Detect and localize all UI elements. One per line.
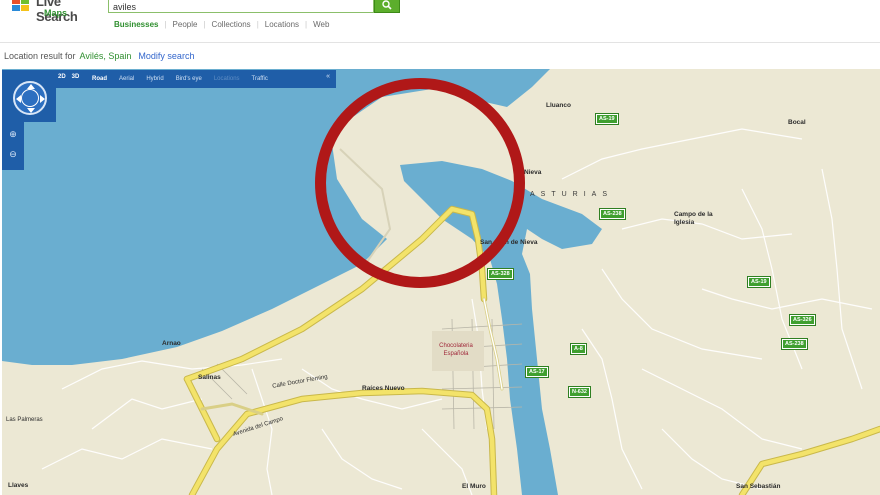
view-3d-button[interactable]: 3D	[72, 74, 80, 80]
route-shield: A-8	[570, 343, 587, 355]
region-label: ASTURIAS	[530, 191, 614, 198]
place-label: Lluanco	[546, 102, 571, 109]
place-label: Nieva	[524, 169, 542, 176]
pan-right-icon[interactable]	[40, 95, 45, 103]
place-label: Las Palmeras	[6, 417, 43, 423]
zoom-in-icon[interactable]: ⊕	[7, 128, 19, 140]
route-shield: AS-238	[599, 208, 626, 220]
product-name: Maps	[44, 8, 68, 18]
map-style-tab-aerial[interactable]: Aerial	[113, 76, 140, 82]
map-canvas[interactable]: Lluanco Nieva ASTURIAS San Juan de Nieva…	[2, 69, 880, 495]
highlight-circle	[315, 78, 525, 288]
route-shield: AS-19	[595, 113, 619, 125]
magnifier-icon	[382, 0, 392, 10]
scope-tab-collections[interactable]: Collections	[206, 20, 257, 29]
map-style-tab-hybrid[interactable]: Hybrid	[140, 76, 169, 82]
zoom-out-icon[interactable]: ⊖	[7, 148, 19, 160]
search-scopes: Businesses | People | Collections | Locations |…	[108, 18, 335, 30]
modify-search-link[interactable]: Modify search	[138, 51, 194, 63]
view-2d-button[interactable]: 2D	[58, 74, 66, 80]
place-label: Campo de la Iglesia	[674, 211, 713, 226]
search-input[interactable]	[109, 0, 373, 15]
collapse-toolbar-button[interactable]: «	[326, 73, 330, 80]
place-label: El Muro	[462, 483, 486, 490]
search-box	[108, 0, 374, 15]
navigation-panel	[2, 70, 56, 122]
side-tools: ⊕ ⊖	[2, 122, 24, 170]
place-label: Raíces Nuevo	[362, 385, 405, 392]
map-style-tab-bird-s-eye[interactable]: Bird's eye	[170, 76, 208, 82]
route-shield: AS-19	[747, 276, 771, 288]
poi-label: Chocolateria Española	[439, 343, 473, 357]
place-label: Salinas	[198, 374, 221, 381]
result-line: Location result for Avilés, Spain Modify…	[4, 51, 194, 63]
map-style-tab-road[interactable]: Road	[86, 76, 113, 82]
result-prefix: Location result for	[4, 51, 76, 61]
map-style-tab-traffic[interactable]: Traffic	[246, 76, 274, 82]
scope-tab-businesses[interactable]: Businesses	[108, 20, 164, 29]
route-shield: AS-328	[487, 268, 514, 280]
route-shield: N-632	[568, 386, 591, 398]
compass-ring-icon	[21, 89, 39, 107]
live-search-logo[interactable]: Live Search Maps	[8, 0, 104, 24]
map-style-tab-locations[interactable]: Locations	[208, 76, 246, 82]
route-shield: AS-238	[781, 338, 808, 350]
app-window: Live Search Maps Businesses|People|Colle…	[0, 0, 880, 495]
place-label: Bocal	[788, 119, 806, 126]
place-label: Arnao	[162, 340, 181, 347]
pan-left-icon[interactable]	[16, 95, 21, 103]
scope-tab-web[interactable]: Web	[307, 20, 335, 29]
pan-up-icon[interactable]	[27, 84, 35, 89]
route-shield: AS-17	[525, 366, 549, 378]
view-mode-toggle: 2D 3D	[58, 74, 79, 80]
header-divider	[0, 42, 880, 43]
compass-control[interactable]	[13, 81, 47, 115]
pan-down-icon[interactable]	[27, 108, 35, 113]
header: Live Search Maps Businesses|People|Colle…	[0, 0, 880, 44]
place-label: Llaves	[8, 482, 29, 489]
result-place: Avilés, Spain	[79, 51, 132, 61]
place-label: San Sebastián	[736, 483, 781, 490]
map-style-tabs: Road Aerial Hybrid Bird's eye Locations Traff…	[86, 76, 274, 82]
route-shield: AS-326	[789, 314, 816, 326]
scope-tab-people[interactable]: People	[167, 20, 204, 29]
windows-flag-icon	[12, 0, 30, 12]
scope-tab-locations[interactable]: Locations	[259, 20, 305, 29]
search-button[interactable]	[374, 0, 400, 13]
